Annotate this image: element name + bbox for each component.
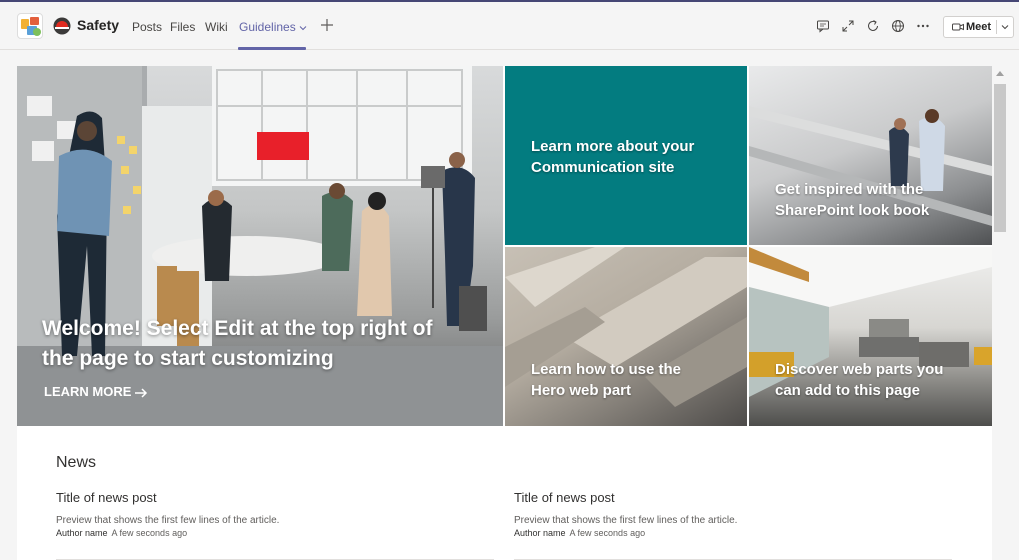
news-time: A few seconds ago [569, 528, 646, 538]
add-tab-icon[interactable] [319, 17, 335, 33]
hero-tile-look-book-title: Get inspired with the SharePoint look bo… [775, 179, 929, 221]
video-camera-icon [952, 23, 964, 31]
hero-tile-line2: Hero web part [531, 382, 632, 399]
news-author[interactable]: Author name [514, 528, 566, 538]
page-scrollbar[interactable] [993, 66, 1007, 560]
hero-tile-line2: SharePoint look book [775, 202, 930, 219]
hero-tile-line2: can add to this page [775, 382, 921, 399]
news-time: A few seconds ago [111, 528, 188, 538]
hero-tile-communication-site-title: Learn more about your Communication site [531, 136, 694, 178]
news-card[interactable]: Title of news post Preview that shows th… [514, 490, 954, 538]
expand-icon[interactable] [841, 19, 855, 33]
tab-files[interactable]: Files [170, 20, 195, 34]
hero-main-title-line2: the page to start customizing [42, 347, 334, 370]
hero-tile-web-parts[interactable]: Discover web parts you can add to this p… [749, 247, 992, 426]
team-name: Safety [77, 17, 120, 33]
tab-posts[interactable]: Posts [132, 20, 162, 34]
tab-wiki[interactable]: Wiki [205, 20, 228, 34]
meet-button[interactable]: Meet [943, 16, 1014, 38]
hero-tile-web-parts-title: Discover web parts you can add to this p… [775, 359, 943, 401]
chevron-down-icon[interactable] [299, 24, 307, 32]
hero-tile-line1: Learn more about your [531, 138, 695, 155]
hero-main-title-line1: Welcome! Select Edit at the top right of [42, 317, 433, 340]
hero-tile-look-book[interactable]: Get inspired with the SharePoint look bo… [749, 66, 992, 245]
sharepoint-page: Welcome! Select Edit at the top right of… [17, 66, 992, 560]
news-card[interactable]: Title of news post Preview that shows th… [56, 490, 496, 538]
learn-more-label: LEARN MORE [44, 384, 132, 399]
meet-divider [996, 20, 997, 34]
team-logo-icon[interactable] [17, 13, 43, 39]
learn-more-link[interactable]: LEARN MORE [44, 384, 148, 399]
news-title[interactable]: Title of news post [514, 490, 954, 505]
hero-main-title: Welcome! Select Edit at the top right of… [42, 314, 432, 374]
news-preview: Preview that shows the first few lines o… [56, 515, 280, 526]
news-heading: News [56, 454, 97, 471]
globe-icon[interactable] [891, 19, 905, 33]
scrollbar-thumb[interactable] [994, 84, 1006, 232]
more-options-icon[interactable] [916, 19, 930, 33]
hero-tile-communication-site[interactable]: Learn more about your Communication site [505, 66, 747, 245]
meet-chevron-down-icon[interactable] [1001, 23, 1009, 31]
hero-web-part: Welcome! Select Edit at the top right of… [17, 66, 992, 426]
news-preview: Preview that shows the first few lines o… [514, 515, 738, 526]
hero-tile-line1: Discover web parts you [775, 361, 944, 378]
hero-main-tile[interactable]: Welcome! Select Edit at the top right of… [17, 66, 503, 426]
safety-helmet-icon [53, 17, 71, 35]
hero-tile-line1: Get inspired with the [775, 181, 924, 198]
arrow-right-icon [135, 388, 148, 398]
news-author[interactable]: Author name [56, 528, 108, 538]
meet-label: Meet [966, 21, 992, 33]
refresh-icon[interactable] [866, 19, 880, 33]
channel-header: Safety Posts Files Wiki Guidelines Meet [0, 2, 1019, 50]
news-meta: Author name A few seconds ago [514, 528, 954, 538]
news-meta: Author name A few seconds ago [56, 528, 496, 538]
conversation-icon[interactable] [816, 19, 830, 33]
hero-tile-line1: Learn how to use the [531, 361, 682, 378]
scroll-up-arrow-icon[interactable] [996, 70, 1004, 76]
tab-guidelines-label: Guidelines [239, 20, 296, 34]
hero-tile-line2: Communication site [531, 159, 675, 176]
active-tab-indicator [238, 47, 306, 50]
hero-tile-hero-web-part[interactable]: Learn how to use the Hero web part [505, 247, 747, 426]
news-title[interactable]: Title of news post [56, 490, 496, 505]
tab-guidelines[interactable]: Guidelines [239, 20, 307, 34]
hero-tile-hero-web-part-title: Learn how to use the Hero web part [531, 359, 681, 401]
